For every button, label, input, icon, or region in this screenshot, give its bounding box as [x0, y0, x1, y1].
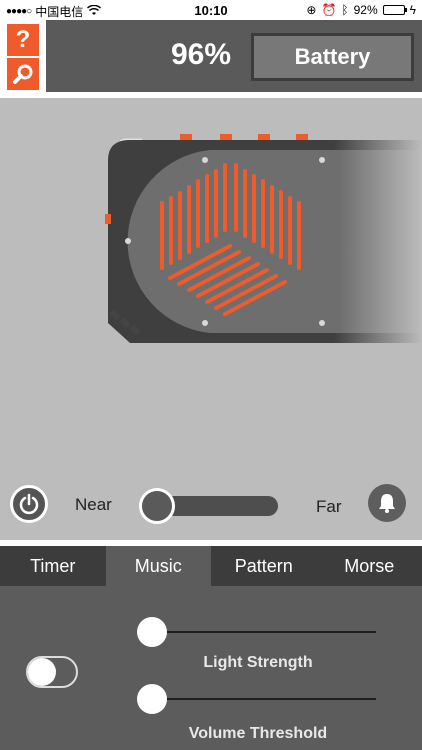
- orientation-lock-icon: ⊕: [306, 3, 317, 17]
- far-label: Far: [316, 497, 342, 516]
- battery-button[interactable]: Battery: [251, 33, 414, 81]
- help-button[interactable]: ?: [7, 24, 39, 56]
- device-illustration: [105, 134, 422, 343]
- tab-music[interactable]: Music: [105, 546, 211, 586]
- near-label: Near: [75, 495, 112, 514]
- music-panel: Light Strength Volume Threshold: [0, 586, 422, 750]
- battery-percent-label: 92%: [353, 3, 378, 17]
- proximity-slider-thumb[interactable]: [139, 488, 175, 524]
- alarm-button[interactable]: [368, 484, 406, 522]
- question-icon: ?: [15, 26, 31, 53]
- volume-threshold-track[interactable]: [152, 698, 376, 700]
- bluetooth-icon: ᛒ: [341, 3, 349, 17]
- volume-threshold-thumb[interactable]: [137, 684, 167, 714]
- device-view: [0, 98, 422, 540]
- light-strength-label: Light Strength: [203, 654, 313, 671]
- battery-level-value: 96%: [171, 38, 232, 71]
- tab-morse[interactable]: Morse: [317, 546, 422, 586]
- charging-icon: ϟ: [409, 3, 416, 17]
- light-strength-track[interactable]: [152, 631, 376, 633]
- bell-icon: [379, 494, 395, 513]
- power-icon: [19, 493, 39, 515]
- search-icon: [13, 64, 33, 84]
- light-strength-thumb[interactable]: [137, 617, 167, 647]
- mode-tabs: Timer Music Pattern Morse: [0, 546, 422, 586]
- volume-threshold-label: Volume Threshold: [188, 725, 328, 742]
- toggle-knob: [28, 658, 56, 686]
- music-toggle[interactable]: [26, 656, 78, 688]
- header-bar: 96% Battery: [46, 20, 422, 92]
- alarm-icon: ⏰: [321, 3, 337, 17]
- status-right: ⊕ ⏰ ᛒ 92% ϟ: [306, 3, 416, 17]
- search-button[interactable]: [7, 58, 39, 90]
- status-bar: ●●●●○ 中国电信 10:10 ⊕ ⏰ ᛒ 92% ϟ: [0, 0, 422, 20]
- battery-icon: [382, 5, 407, 15]
- tab-pattern[interactable]: Pattern: [211, 546, 317, 586]
- tab-timer[interactable]: Timer: [0, 546, 106, 586]
- power-button[interactable]: [10, 485, 48, 523]
